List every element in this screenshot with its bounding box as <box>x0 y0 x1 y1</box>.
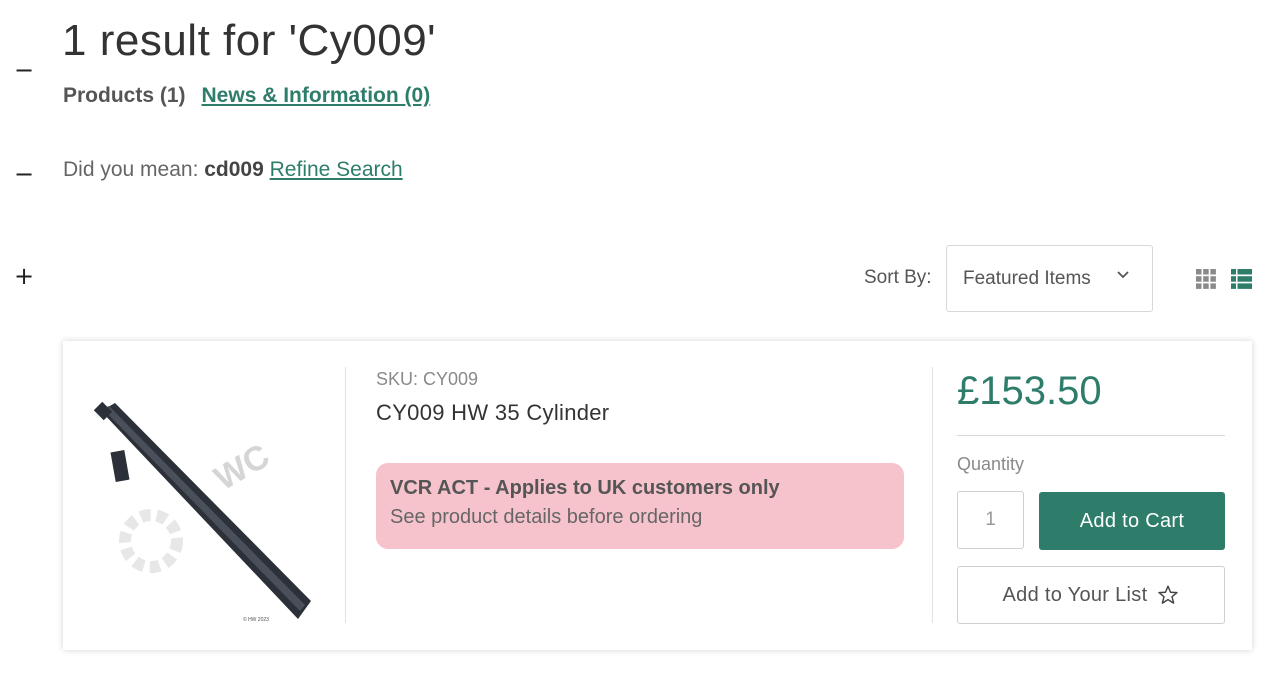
divider <box>345 367 346 623</box>
grid-view-icon[interactable] <box>1196 269 1216 289</box>
notice-title: VCR ACT - Applies to UK customers only <box>390 477 780 499</box>
did-you-mean-prefix: Did you mean: <box>63 158 199 181</box>
refine-search-link[interactable]: Refine Search <box>270 158 403 181</box>
expand-toggle[interactable]: + <box>14 264 34 288</box>
collapse-toggle-2[interactable]: − <box>14 162 34 186</box>
collapse-toggle-1[interactable]: − <box>14 58 34 82</box>
sort-select[interactable]: Featured Items <box>946 245 1153 312</box>
sort-selected-value: Featured Items <box>963 267 1091 289</box>
sort-label: Sort By: <box>864 267 932 288</box>
product-card: WC © HW 2023 SKU: CY009 CY009 HW 35 Cyli… <box>63 341 1252 650</box>
svg-text:WC: WC <box>208 437 276 498</box>
suggested-term: cd009 <box>204 158 264 181</box>
result-tabs: Products (1) News & Information (0) <box>63 84 430 108</box>
divider <box>932 367 933 623</box>
page-title: 1 result for 'Cy009' <box>62 16 437 65</box>
price-divider <box>957 435 1225 436</box>
quantity-input[interactable] <box>957 491 1024 549</box>
product-image[interactable]: WC © HW 2023 <box>93 381 333 631</box>
add-to-list-button[interactable]: Add to Your List <box>957 566 1225 624</box>
tab-products[interactable]: Products (1) <box>63 84 186 108</box>
tab-news-information[interactable]: News & Information (0) <box>202 84 431 108</box>
chevron-down-icon <box>1117 271 1129 279</box>
did-you-mean: Did you mean: cd009 Refine Search <box>63 158 403 182</box>
notice-text: See product details before ordering <box>390 506 703 528</box>
add-to-cart-button[interactable]: Add to Cart <box>1039 492 1225 550</box>
star-icon <box>1158 585 1179 604</box>
product-name[interactable]: CY009 HW 35 Cylinder <box>376 400 609 426</box>
vcr-notice: VCR ACT - Applies to UK customers only S… <box>376 463 904 549</box>
cylinder-shape <box>93 401 311 619</box>
quantity-label: Quantity <box>957 454 1025 474</box>
svg-text:© HW 2023: © HW 2023 <box>243 616 269 623</box>
list-view-icon[interactable] <box>1231 269 1252 289</box>
product-price: £153.50 <box>957 369 1102 413</box>
add-to-list-label: Add to Your List <box>1002 583 1148 606</box>
watermark-gear-icon <box>119 509 183 573</box>
product-sku: SKU: CY009 <box>376 369 479 389</box>
